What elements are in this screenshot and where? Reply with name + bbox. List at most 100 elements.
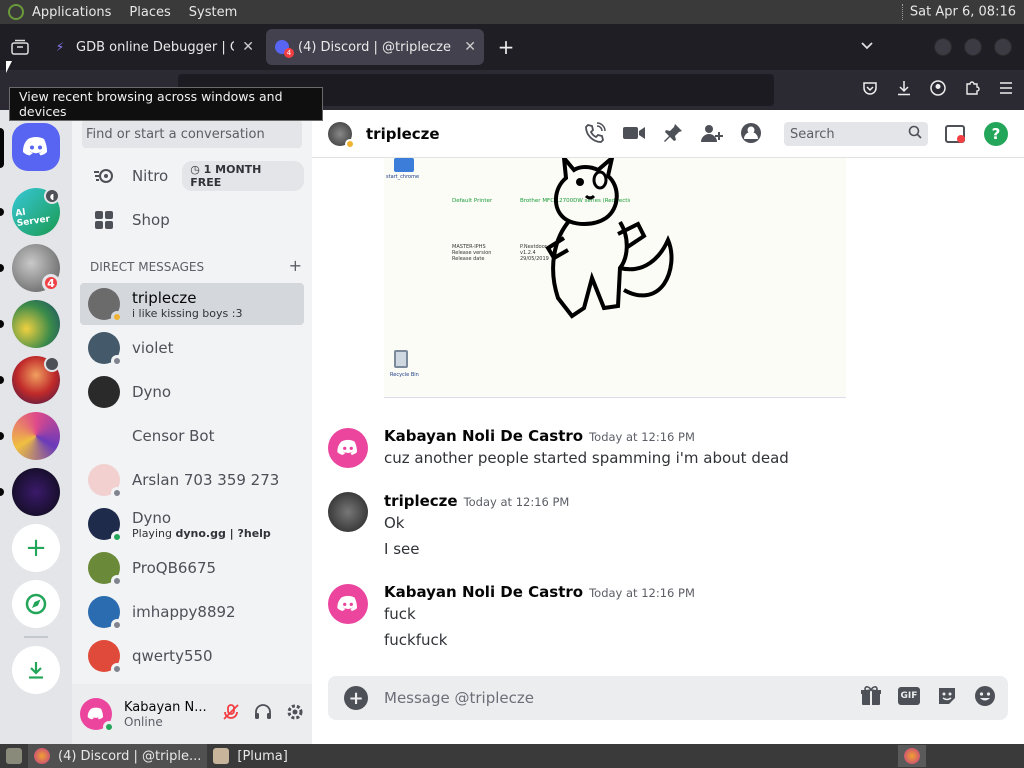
- message-composer[interactable]: + Message @triplecze GIF: [328, 676, 1008, 720]
- server-unread-pill: [0, 376, 4, 384]
- recycle-bin-icon: [394, 350, 408, 368]
- tab-discord[interactable]: 4 (4) Discord | @triplecze ✕: [266, 29, 484, 65]
- desktop-icon: [6, 748, 22, 764]
- dm-item[interactable]: violet: [80, 327, 304, 369]
- server-unread-pill: [0, 264, 4, 272]
- user-avatar[interactable]: [80, 698, 115, 733]
- add-server-button[interactable]: +: [12, 524, 60, 572]
- menu-places[interactable]: Places: [129, 5, 170, 20]
- close-window-button[interactable]: [994, 38, 1012, 56]
- dm-name: qwerty550: [132, 647, 213, 665]
- server-divider: [24, 636, 48, 638]
- nitro-link[interactable]: Nitro ◷ 1 MONTH FREE: [80, 155, 304, 197]
- mention-badge: 4: [42, 274, 60, 292]
- message-author[interactable]: Kabayan Noli De Castro Today at 12:16 PM: [384, 427, 695, 445]
- user-profile-icon[interactable]: [740, 122, 764, 149]
- gift-icon[interactable]: [860, 685, 882, 712]
- online-status-icon: [103, 721, 115, 733]
- dm-item[interactable]: imhappy8892: [80, 591, 304, 633]
- server-icon[interactable]: [12, 300, 60, 348]
- download-apps-button[interactable]: [12, 646, 60, 694]
- emoji-icon[interactable]: [974, 685, 996, 712]
- pocket-icon[interactable]: [862, 80, 878, 100]
- gif-icon[interactable]: GIF: [898, 686, 920, 705]
- settings-gear-icon[interactable]: [286, 703, 304, 726]
- workspace-switcher[interactable]: [898, 745, 926, 767]
- minimize-button[interactable]: [934, 38, 952, 56]
- server-unread-pill: [0, 488, 4, 496]
- message-author[interactable]: Kabayan Noli De Castro Today at 12:16 PM: [384, 583, 695, 601]
- taskbar-item-pluma[interactable]: [Pluma]: [207, 744, 293, 768]
- pluma-icon: [213, 748, 230, 764]
- message-timestamp: Today at 12:16 PM: [589, 430, 695, 444]
- voice-call-icon[interactable]: [584, 122, 606, 149]
- account-icon[interactable]: [930, 80, 946, 100]
- online-status-icon: [111, 531, 123, 543]
- message-avatar[interactable]: [328, 492, 368, 532]
- pinned-messages-icon[interactable]: [662, 122, 684, 149]
- menu-applications[interactable]: Applications: [32, 5, 111, 20]
- taskbar-item-discord[interactable]: (4) Discord | @triple...: [28, 744, 208, 768]
- dm-search-input[interactable]: Find or start a conversation: [82, 120, 302, 148]
- mute-mic-icon[interactable]: [222, 703, 240, 726]
- user-panel: Kabayan N... Online: [72, 684, 312, 744]
- tab-badge: 4: [284, 48, 294, 58]
- new-tab-icon[interactable]: +: [488, 29, 524, 65]
- browser-tab-strip: ⚡ GDB online Debugger | Com ✕ 4 (4) Disc…: [0, 24, 1024, 70]
- message-avatar[interactable]: [328, 428, 368, 468]
- dm-item[interactable]: Censor Bot: [80, 415, 304, 457]
- extensions-icon[interactable]: [964, 80, 980, 100]
- offline-status-icon: [111, 619, 123, 631]
- message-author[interactable]: triplecze Today at 12:16 PM: [384, 492, 569, 510]
- shop-link[interactable]: Shop: [80, 199, 304, 241]
- upload-plus-icon[interactable]: +: [344, 686, 368, 710]
- show-desktop-button[interactable]: [0, 744, 28, 768]
- dm-item[interactable]: Dyno: [80, 371, 304, 413]
- dm-item[interactable]: ProQB6675: [80, 547, 304, 589]
- os-logo-icon[interactable]: [8, 4, 24, 20]
- server-unread-pill: [0, 432, 4, 440]
- maximize-button[interactable]: [964, 38, 982, 56]
- chevron-down-icon[interactable]: [860, 40, 874, 55]
- inbox-icon[interactable]: [944, 123, 966, 149]
- nitro-label: Nitro: [131, 167, 169, 185]
- hamburger-menu-icon[interactable]: [998, 81, 1014, 99]
- sticker-icon[interactable]: [936, 685, 958, 712]
- clock[interactable]: Sat Apr 6, 08:16: [901, 4, 1016, 20]
- server-icon[interactable]: [12, 468, 60, 516]
- explore-servers-button[interactable]: [12, 580, 60, 628]
- offline-status-icon: [111, 487, 123, 499]
- os-top-panel: Applications Places System Sat Apr 6, 08…: [0, 0, 1024, 24]
- menu-system[interactable]: System: [189, 5, 237, 20]
- dm-item[interactable]: qwerty550: [80, 635, 304, 677]
- channel-avatar: [328, 121, 355, 149]
- dm-name: Dyno: [132, 383, 172, 401]
- dm-item[interactable]: triplecze i like kissing boys :3: [80, 283, 304, 325]
- dm-name: imhappy8892: [132, 603, 236, 621]
- recycle-bin-label: Recycle Bin: [390, 372, 419, 378]
- direct-messages-home-button[interactable]: [12, 123, 60, 171]
- message-input[interactable]: Message @triplecze: [384, 689, 534, 707]
- dm-item[interactable]: Dyno Playing dyno.gg | ?help: [80, 503, 304, 545]
- message-avatar[interactable]: [328, 584, 368, 624]
- dm-item[interactable]: Arslan 703 359 273: [80, 459, 304, 501]
- message-text: fuck: [384, 605, 416, 623]
- server-icon[interactable]: [12, 412, 60, 460]
- tab-title: (4) Discord | @triplecze: [298, 39, 451, 55]
- dm-name: Arslan 703 359 273: [132, 471, 280, 489]
- attached-image[interactable]: start_chrome Default Printer Brother MFC…: [384, 158, 846, 398]
- download-icon[interactable]: [896, 80, 912, 100]
- headphones-icon[interactable]: [254, 703, 272, 726]
- info-keys: MASTER-IPHS Release version Release date: [452, 244, 492, 262]
- add-friends-to-dm-icon[interactable]: [700, 122, 724, 149]
- create-dm-icon[interactable]: +: [289, 258, 302, 274]
- close-tab-icon[interactable]: ✕: [242, 39, 254, 55]
- channel-search-input[interactable]: Search: [784, 122, 928, 146]
- help-icon[interactable]: ?: [984, 122, 1008, 146]
- close-tab-icon[interactable]: ✕: [464, 39, 476, 55]
- dm-name: Dyno: [132, 508, 172, 527]
- message-text: Ok: [384, 514, 405, 532]
- user-status: Online: [124, 714, 163, 729]
- tab-gdb[interactable]: ⚡ GDB online Debugger | Com ✕: [44, 29, 262, 65]
- video-call-icon[interactable]: [622, 122, 646, 149]
